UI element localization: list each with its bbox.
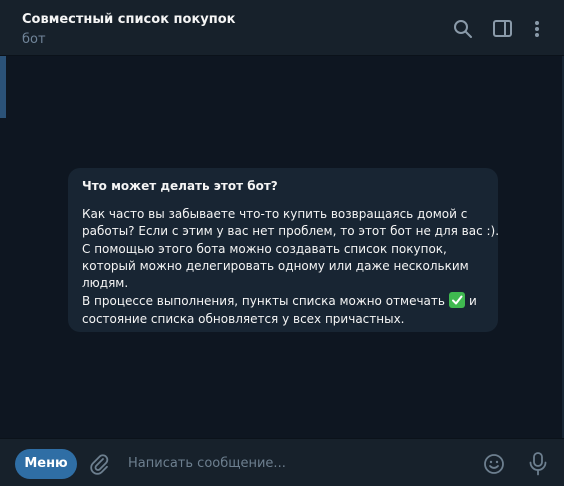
bot-info-card: Что может делать этот бот? Как часто вы … bbox=[68, 168, 500, 332]
bot-info-line: людям. bbox=[82, 276, 129, 291]
chat-title[interactable]: Совместный список покупок bbox=[22, 12, 235, 27]
bot-info-title: Что может делать этот бот? bbox=[82, 179, 278, 193]
more-options-button[interactable] bbox=[528, 18, 546, 40]
bot-info-line: работы? Если с этим у вас нет проблем, т… bbox=[82, 224, 500, 239]
menu-button[interactable]: Меню bbox=[15, 449, 77, 479]
chat-subtitle: бот bbox=[22, 32, 46, 47]
bot-info-line: который можно делегировать одному или да… bbox=[82, 258, 469, 273]
search-button[interactable] bbox=[452, 18, 474, 40]
bot-info-line-text: и bbox=[468, 294, 477, 309]
chat-header: Совместный список покупок бот bbox=[0, 0, 564, 56]
search-icon bbox=[452, 18, 474, 40]
attach-button[interactable] bbox=[88, 452, 110, 476]
telegram-chat-window: Совместный список покупок бот Что может … bbox=[0, 0, 564, 486]
bot-info-line-text: В процессе выполнения, пункты списка мож… bbox=[82, 294, 445, 309]
sidebar-toggle-button[interactable] bbox=[492, 18, 514, 40]
bot-info-line: Как часто вы забываете что-то купить воз… bbox=[82, 207, 468, 221]
bot-info-line-with-check: В процессе выполнения, пункты списка мож… bbox=[82, 292, 484, 310]
message-input[interactable] bbox=[122, 451, 474, 475]
bot-info-line: С помощью этого бота можно создавать спи… bbox=[82, 241, 447, 256]
paperclip-icon bbox=[88, 454, 110, 480]
sidebar-toggle-icon bbox=[492, 18, 514, 40]
microphone-icon bbox=[527, 452, 549, 481]
emoji-button[interactable] bbox=[482, 452, 506, 476]
check-mark-icon bbox=[448, 292, 465, 309]
voice-record-button[interactable] bbox=[527, 451, 549, 477]
bot-info-line: состояние списка обновляется у всех прич… bbox=[82, 311, 405, 326]
chat-list-selection-edge bbox=[0, 56, 6, 118]
emoji-icon bbox=[482, 454, 506, 480]
message-composer: Меню bbox=[0, 438, 564, 486]
more-vertical-icon bbox=[528, 18, 546, 40]
